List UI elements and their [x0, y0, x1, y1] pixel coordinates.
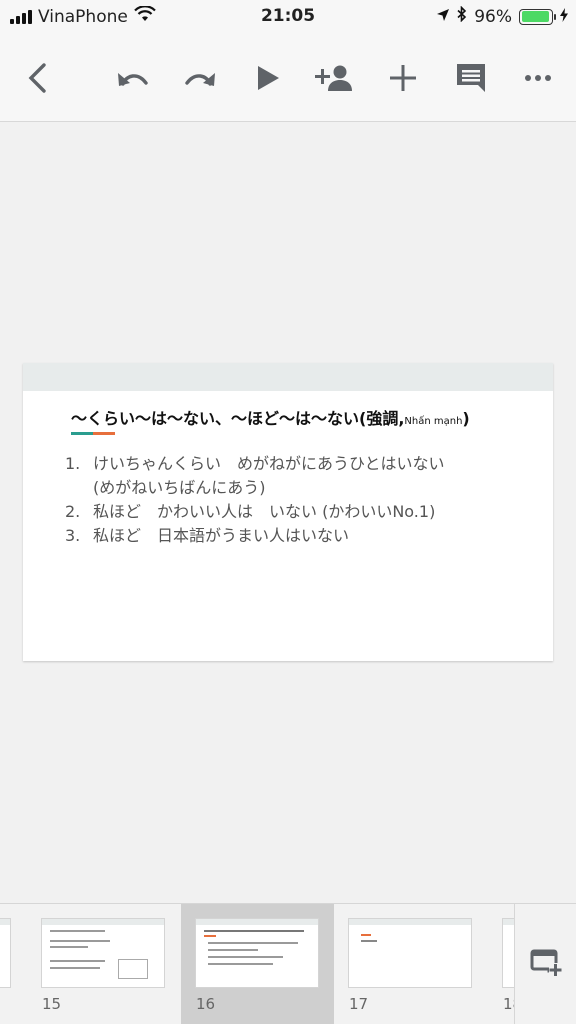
- slide-thumbnail-18[interactable]: 18: [488, 904, 516, 1024]
- slide-thumbnail-17[interactable]: 17: [334, 904, 488, 1024]
- title-underline: [71, 432, 115, 435]
- list-text: 私ほど かわいい人は いない (かわいいNo.1): [93, 502, 436, 521]
- back-chevron-icon[interactable]: [15, 56, 59, 100]
- redo-icon[interactable]: [178, 56, 222, 100]
- slide-thumbnail-15[interactable]: 15: [27, 904, 181, 1024]
- slide-title-close: ): [462, 409, 470, 428]
- add-person-icon[interactable]: [313, 56, 357, 100]
- list-item: 3. 私ほど 日本語がうまい人はいない: [65, 524, 535, 548]
- thumbnail-number: 15: [42, 995, 62, 1013]
- comment-icon[interactable]: [449, 56, 493, 100]
- thumbnail-partial-left[interactable]: [0, 904, 20, 1024]
- list-number: 2.: [65, 502, 81, 521]
- bluetooth-icon: [457, 5, 467, 27]
- underline-left: [71, 432, 93, 435]
- status-bar: VinaPhone 21:05 96%: [0, 0, 576, 34]
- slide-thumbnail-preview: [41, 918, 165, 988]
- charging-bolt-icon: [560, 7, 568, 27]
- slide-header-band: [23, 363, 553, 391]
- location-arrow-icon: [436, 7, 450, 27]
- list-text: けいちゃんくらい めがねがにあうひとはいない (めがねいちばんにあう): [93, 454, 445, 497]
- play-icon[interactable]: [246, 56, 290, 100]
- list-number: 3.: [65, 526, 81, 545]
- battery-fill: [521, 11, 550, 22]
- slide-thumbnail-preview: [195, 918, 319, 988]
- underline-right: [93, 432, 115, 435]
- editor-toolbar: [0, 34, 576, 122]
- slide-thumbnail-16[interactable]: 16: [181, 904, 334, 1024]
- thumbnail-image: [118, 959, 148, 979]
- battery-percent: 96%: [474, 6, 512, 27]
- list-text: 私ほど 日本語がうまい人はいない: [93, 526, 350, 545]
- new-slide-button[interactable]: [514, 904, 576, 1024]
- new-slide-icon: [530, 949, 562, 981]
- plus-icon[interactable]: [381, 56, 425, 100]
- slide-title-sub: Nhấn mạnh: [404, 416, 463, 427]
- status-right: 96%: [436, 5, 568, 27]
- slide-canvas[interactable]: 〜くらい〜は〜ない、〜ほど〜は〜ない(強調,Nhấn mạnh) 1. けいちゃん…: [23, 363, 553, 661]
- undo-icon[interactable]: [111, 56, 155, 100]
- slide-title[interactable]: 〜くらい〜は〜ない、〜ほど〜は〜ない(強調,Nhấn mạnh): [71, 405, 470, 429]
- slide-body-list[interactable]: 1. けいちゃんくらい めがねがにあうひとはいない (めがねいちばんにあう) 2.…: [65, 452, 535, 548]
- slide-thumbnail: [0, 918, 11, 988]
- slide-filmstrip[interactable]: 15 16 17 18: [0, 903, 576, 1024]
- battery-icon: [519, 8, 556, 25]
- thumbnail-number: 17: [349, 995, 369, 1013]
- list-item: 2. 私ほど かわいい人は いない (かわいいNo.1): [65, 500, 535, 524]
- slide-title-text: 〜くらい〜は〜ない、〜ほど〜は〜ない(強調,: [71, 409, 405, 428]
- list-number: 1.: [65, 454, 81, 473]
- thumbnail-number: 16: [196, 995, 216, 1013]
- slide-thumbnail-preview: [348, 918, 472, 988]
- list-item: 1. けいちゃんくらい めがねがにあうひとはいない (めがねいちばんにあう): [65, 452, 535, 500]
- more-dots-icon[interactable]: [516, 56, 560, 100]
